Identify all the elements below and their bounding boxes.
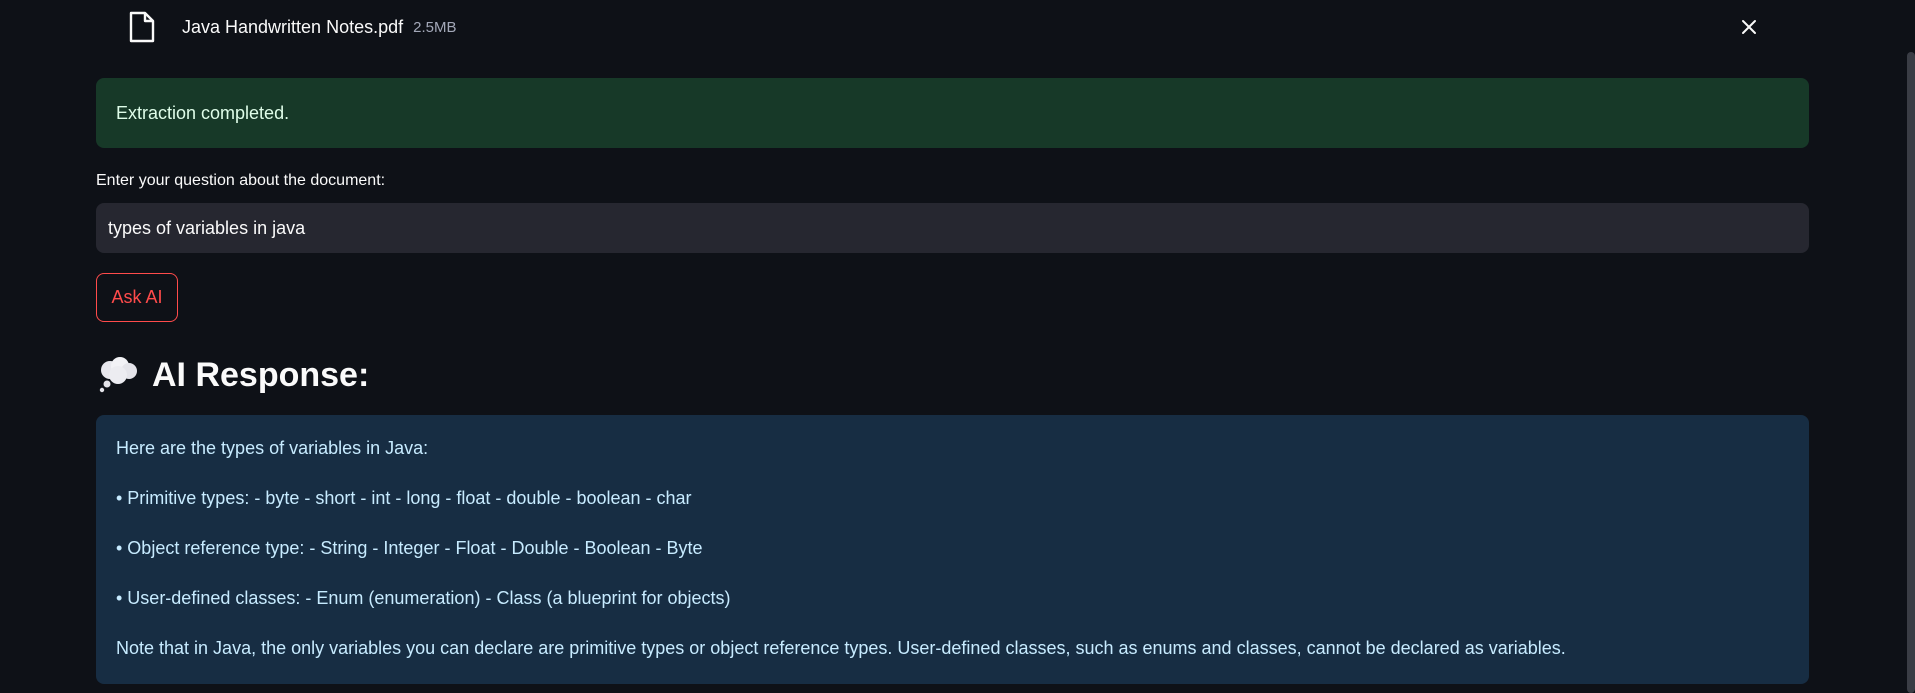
file-size: 2.5MB bbox=[413, 18, 457, 36]
response-line: Here are the types of variables in Java: bbox=[116, 438, 429, 458]
page-scrollbar[interactable] bbox=[1907, 52, 1915, 693]
response-line: • Primitive types: - byte - short - int … bbox=[116, 488, 692, 508]
question-input[interactable] bbox=[96, 203, 1809, 253]
ask-ai-button[interactable]: Ask AI bbox=[96, 273, 178, 322]
response-heading: AI Response: bbox=[96, 350, 369, 400]
response-line: Note that in Java, the only variables yo… bbox=[116, 638, 1566, 658]
file-name: Java Handwritten Notes.pdf bbox=[182, 16, 404, 37]
ai-response-box: Here are the types of variables in Java:… bbox=[96, 415, 1809, 684]
thought-balloon-icon bbox=[96, 352, 142, 398]
close-icon[interactable] bbox=[1734, 12, 1764, 42]
response-line: • Object reference type: - String - Inte… bbox=[116, 538, 703, 558]
uploaded-file-row: Java Handwritten Notes.pdf 2.5MB bbox=[96, 0, 1784, 54]
response-line: • User-defined classes: - Enum (enumerat… bbox=[116, 588, 731, 608]
file-icon bbox=[120, 5, 164, 49]
success-message: Extraction completed. bbox=[116, 102, 290, 123]
question-label: Enter your question about the document: bbox=[96, 172, 386, 189]
success-alert: Extraction completed. bbox=[96, 78, 1809, 148]
response-title: AI Response: bbox=[152, 355, 370, 394]
page: Java Handwritten Notes.pdf 2.5MB Extract… bbox=[0, 0, 1915, 693]
